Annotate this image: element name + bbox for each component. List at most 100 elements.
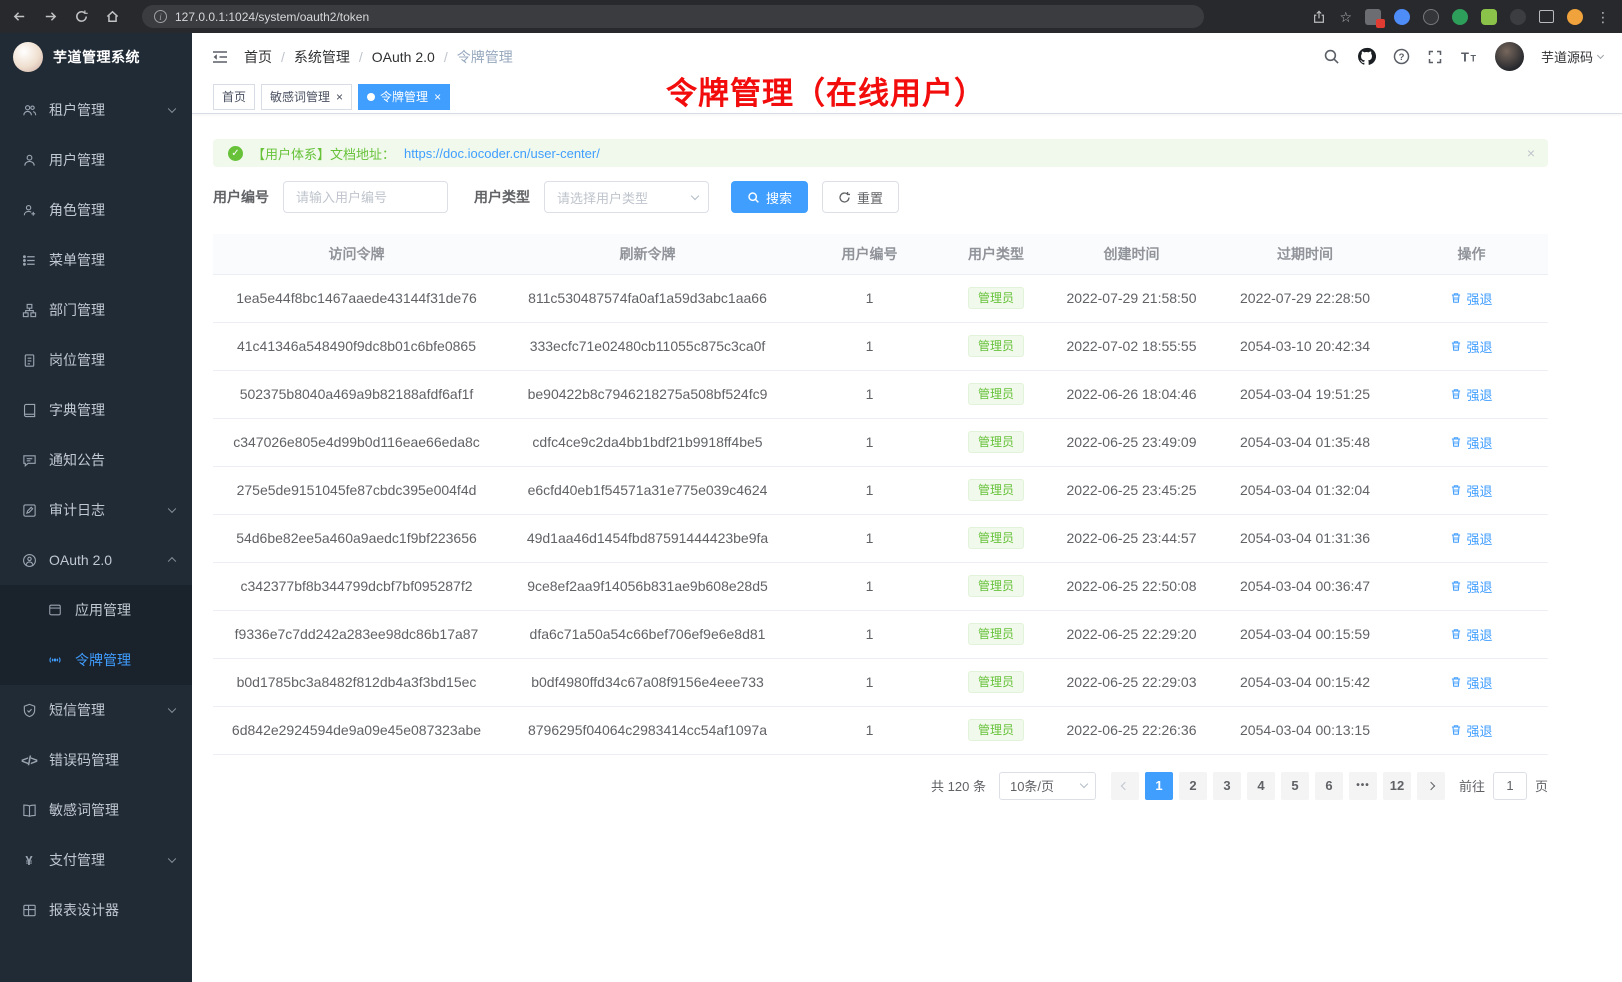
tab-window-icon[interactable]: [1539, 10, 1554, 23]
sidebar-item-sensitive-word[interactable]: 敏感词管理: [0, 785, 192, 835]
site-info-icon[interactable]: i: [154, 10, 167, 23]
reload-icon[interactable]: [74, 9, 89, 24]
chevron-down-icon: [691, 191, 699, 199]
force-logout-label: 强退: [1466, 577, 1492, 596]
page-button-6[interactable]: 6: [1315, 772, 1343, 800]
tab-token[interactable]: 令牌管理 ×: [358, 84, 450, 110]
breadcrumb-oauth[interactable]: OAuth 2.0: [372, 49, 435, 65]
force-logout-button[interactable]: 强退: [1450, 289, 1492, 308]
user-avatar[interactable]: [1495, 42, 1524, 71]
font-size-icon[interactable]: TT: [1460, 49, 1478, 65]
force-logout-button[interactable]: 强退: [1450, 433, 1492, 452]
page-button-2[interactable]: 2: [1179, 772, 1207, 800]
expire-time-cell: 2054-03-04 01:35:48: [1215, 418, 1395, 466]
extension-blue-icon[interactable]: [1394, 9, 1410, 25]
app-logo-row[interactable]: 芋道管理系统: [0, 33, 192, 80]
home-icon[interactable]: [105, 9, 120, 24]
search-icon[interactable]: [1323, 48, 1340, 65]
collapse-sidebar-icon[interactable]: [211, 49, 229, 65]
bookmark-star-icon[interactable]: ☆: [1339, 10, 1352, 24]
force-logout-label: 强退: [1466, 721, 1492, 740]
sidebar-item-sms[interactable]: 短信管理: [0, 685, 192, 735]
token-table: 访问令牌 刷新令牌 用户编号 用户类型 创建时间 过期时间 操作 1ea5e44…: [213, 234, 1548, 755]
user-type-cell: 管理员: [944, 562, 1048, 610]
user-type-select[interactable]: 请选择用户类型: [544, 181, 709, 213]
browser-menu-icon[interactable]: ⋮: [1596, 10, 1610, 24]
sidebar-item-tenant[interactable]: 租户管理: [0, 85, 192, 135]
sidebar-item-oauth[interactable]: OAuth 2.0: [0, 535, 192, 585]
back-icon[interactable]: [12, 9, 27, 24]
page-button-3[interactable]: 3: [1213, 772, 1241, 800]
force-logout-button[interactable]: 强退: [1450, 337, 1492, 356]
extension-green-icon[interactable]: [1452, 9, 1468, 25]
sidebar-item-dict[interactable]: 字典管理: [0, 385, 192, 435]
breadcrumb-current: 令牌管理: [457, 47, 513, 67]
next-page-button[interactable]: [1417, 772, 1445, 800]
profile-avatar-icon[interactable]: [1567, 9, 1583, 25]
refresh-token-cell: dfa6c71a50a54c66bef706ef9e6e8d81: [500, 610, 795, 658]
access-token-cell: 54d6be82ee5a460a9aedc1f9bf223656: [213, 514, 500, 562]
page-button-12[interactable]: 12: [1383, 772, 1411, 800]
tab-sensitive-word[interactable]: 敏感词管理 ×: [261, 84, 352, 110]
page-button-5[interactable]: 5: [1281, 772, 1309, 800]
sidebar-item-audit-log[interactable]: 审计日志: [0, 485, 192, 535]
doc-link[interactable]: https://doc.iocoder.cn/user-center/: [404, 146, 600, 161]
extension-gray-icon[interactable]: [1510, 9, 1526, 25]
breadcrumb-system[interactable]: 系统管理: [294, 47, 350, 67]
extension-puzzle-icon[interactable]: [1481, 9, 1497, 25]
force-logout-label: 强退: [1466, 481, 1492, 500]
sidebar-item-notice[interactable]: 通知公告: [0, 435, 192, 485]
force-logout-button[interactable]: 强退: [1450, 673, 1492, 692]
address-bar[interactable]: i 127.0.0.1:1024/system/oauth2/token: [142, 5, 1204, 28]
table-row: 6d842e2924594de9a09e45e087323abe 8796295…: [213, 706, 1548, 754]
access-token-cell: 275e5de9151045fe87cbdc395e004f4d: [213, 466, 500, 514]
extensions-icon[interactable]: [1365, 9, 1381, 25]
more-pages-button[interactable]: •••: [1349, 772, 1377, 800]
share-icon[interactable]: [1312, 10, 1326, 24]
sidebar-item-dept[interactable]: 部门管理: [0, 285, 192, 335]
user-id-input[interactable]: [283, 181, 448, 213]
sidebar-item-menu[interactable]: 菜单管理: [0, 235, 192, 285]
search-button[interactable]: 搜索: [731, 181, 808, 213]
sidebar-item-oauth-apps[interactable]: 应用管理: [0, 585, 192, 635]
sidebar-item-errcode[interactable]: </> 错误码管理: [0, 735, 192, 785]
goto-page-input[interactable]: [1493, 772, 1527, 800]
expire-time-cell: 2054-03-04 00:36:47: [1215, 562, 1395, 610]
page-button-1[interactable]: 1: [1145, 772, 1173, 800]
github-icon[interactable]: [1357, 47, 1376, 66]
breadcrumb-home[interactable]: 首页: [244, 47, 272, 67]
tab-home[interactable]: 首页: [213, 84, 255, 110]
close-icon[interactable]: ×: [434, 91, 441, 103]
help-icon[interactable]: ?: [1393, 48, 1410, 65]
sidebar-item-role[interactable]: 角色管理: [0, 185, 192, 235]
sidebar-item-post[interactable]: 岗位管理: [0, 335, 192, 385]
sidebar-item-oauth-token[interactable]: 令牌管理: [0, 635, 192, 685]
pagination-total: 共 120 条: [931, 776, 986, 795]
force-logout-button[interactable]: 强退: [1450, 625, 1492, 644]
user-icon: [21, 152, 37, 168]
page-size-value: 10条/页: [1010, 776, 1054, 795]
force-logout-button[interactable]: 强退: [1450, 721, 1492, 740]
force-logout-label: 强退: [1466, 337, 1492, 356]
screen: i 127.0.0.1:1024/system/oauth2/token ☆ ⋮…: [0, 0, 1622, 982]
expire-time-cell: 2054-03-04 00:15:42: [1215, 658, 1395, 706]
close-icon[interactable]: ×: [336, 91, 343, 103]
reset-button[interactable]: 重置: [822, 181, 899, 213]
fullscreen-icon[interactable]: [1427, 49, 1443, 65]
user-type-badge: 管理员: [968, 335, 1024, 357]
sidebar-item-user[interactable]: 用户管理: [0, 135, 192, 185]
refresh-token-cell: e6cfd40eb1f54571a31e775e039c4624: [500, 466, 795, 514]
prev-page-button[interactable]: [1111, 772, 1139, 800]
page-size-select[interactable]: 10条/页: [999, 772, 1096, 800]
page-button-4[interactable]: 4: [1247, 772, 1275, 800]
sidebar-item-pay[interactable]: ¥ 支付管理: [0, 835, 192, 885]
sidebar-item-report-designer[interactable]: 报表设计器: [0, 885, 192, 935]
force-logout-button[interactable]: 强退: [1450, 385, 1492, 404]
force-logout-button[interactable]: 强退: [1450, 577, 1492, 596]
alert-close-icon[interactable]: ×: [1527, 145, 1535, 161]
user-menu[interactable]: 芋道源码: [1541, 47, 1603, 66]
forward-icon[interactable]: [43, 9, 58, 24]
extension-dark-icon[interactable]: [1423, 9, 1439, 25]
force-logout-button[interactable]: 强退: [1450, 529, 1492, 548]
force-logout-button[interactable]: 强退: [1450, 481, 1492, 500]
